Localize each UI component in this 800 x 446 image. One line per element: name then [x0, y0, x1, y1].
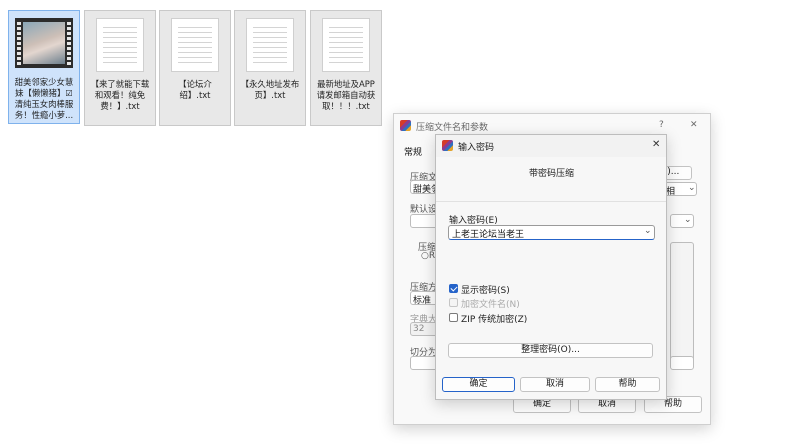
- cancel-button[interactable]: 取消: [520, 377, 590, 392]
- file-name: 【来了就能下载和观看！纯免费！】.txt: [90, 79, 150, 111]
- winrar-app-icon: [400, 120, 411, 131]
- chevron-down-icon: ⌄: [688, 183, 696, 193]
- help-icon[interactable]: ?: [659, 120, 664, 130]
- encrypt-filenames-checkbox[interactable]: [449, 298, 458, 307]
- video-thumbnail: [15, 18, 73, 68]
- ok-button[interactable]: 确定: [442, 377, 515, 392]
- chevron-down-icon[interactable]: ⌄: [644, 226, 652, 236]
- default-profile-select[interactable]: ⌄: [670, 214, 694, 228]
- organize-passwords-button[interactable]: 整理密码(O)...: [448, 343, 653, 358]
- file-name: 最新地址及APP请发邮箱自动获取！！！.txt: [316, 79, 376, 111]
- password-input[interactable]: 上老王论坛当老王 ⌄: [448, 225, 655, 240]
- file-item-txt[interactable]: 【来了就能下载和观看！纯免费！】.txt: [84, 10, 156, 126]
- help-button[interactable]: 帮助: [595, 377, 660, 392]
- password-value: 上老王论坛当老王: [452, 230, 525, 240]
- dialog-titlebar: 输入密码 ✕: [436, 135, 666, 157]
- options-group: [670, 242, 694, 362]
- file-item-txt[interactable]: 最新地址及APP请发邮箱自动获取！！！.txt: [310, 10, 382, 126]
- winrar-app-icon: [442, 140, 453, 151]
- dialog-title: 输入密码: [458, 143, 495, 153]
- close-icon[interactable]: ✕: [690, 120, 698, 130]
- enter-password-dialog: 输入密码 ✕ 带密码压缩 输入密码(E) 上老王论坛当老王 ⌄ 显示密码(S) …: [435, 134, 667, 400]
- dialog-heading: 带密码压缩: [529, 169, 575, 179]
- encrypt-filenames-label: 加密文件名(N): [461, 300, 520, 310]
- file-name: 【论坛介绍】.txt: [178, 79, 212, 100]
- zip-legacy-encryption-label: ZIP 传统加密(Z): [461, 315, 528, 325]
- text-file-icon: [171, 18, 219, 72]
- file-item-txt[interactable]: 【论坛介绍】.txt: [159, 10, 231, 126]
- show-password-checkbox[interactable]: [449, 284, 458, 293]
- split-unit-select[interactable]: [670, 356, 694, 370]
- compression-method-value: 标准: [413, 296, 432, 306]
- file-item-video[interactable]: 甜美邻家少女慧妹【懒懒猪】☑清纯玉女肉棒服务！性瘾小萝...: [8, 10, 80, 124]
- tab-general[interactable]: 常规: [404, 145, 422, 158]
- text-file-icon: [246, 18, 294, 72]
- zip-legacy-encryption-checkbox[interactable]: [449, 313, 458, 322]
- format-radio[interactable]: ○R: [421, 251, 435, 261]
- close-icon[interactable]: ✕: [652, 139, 660, 150]
- text-file-icon: [96, 18, 144, 72]
- file-name: 【永久地址发布页】.txt: [240, 79, 300, 100]
- file-name: 甜美邻家少女慧妹【懒懒猪】☑清纯玉女肉棒服务！性瘾小萝...: [14, 77, 74, 120]
- file-item-txt[interactable]: 【永久地址发布页】.txt: [234, 10, 306, 126]
- dictionary-size-value: 32: [413, 324, 425, 334]
- dialog-title: 压缩文件名和参数: [416, 123, 489, 133]
- divider: [436, 201, 666, 202]
- text-file-icon: [322, 18, 370, 72]
- chevron-down-icon: ⌄: [684, 215, 692, 225]
- show-password-label: 显示密码(S): [461, 286, 510, 296]
